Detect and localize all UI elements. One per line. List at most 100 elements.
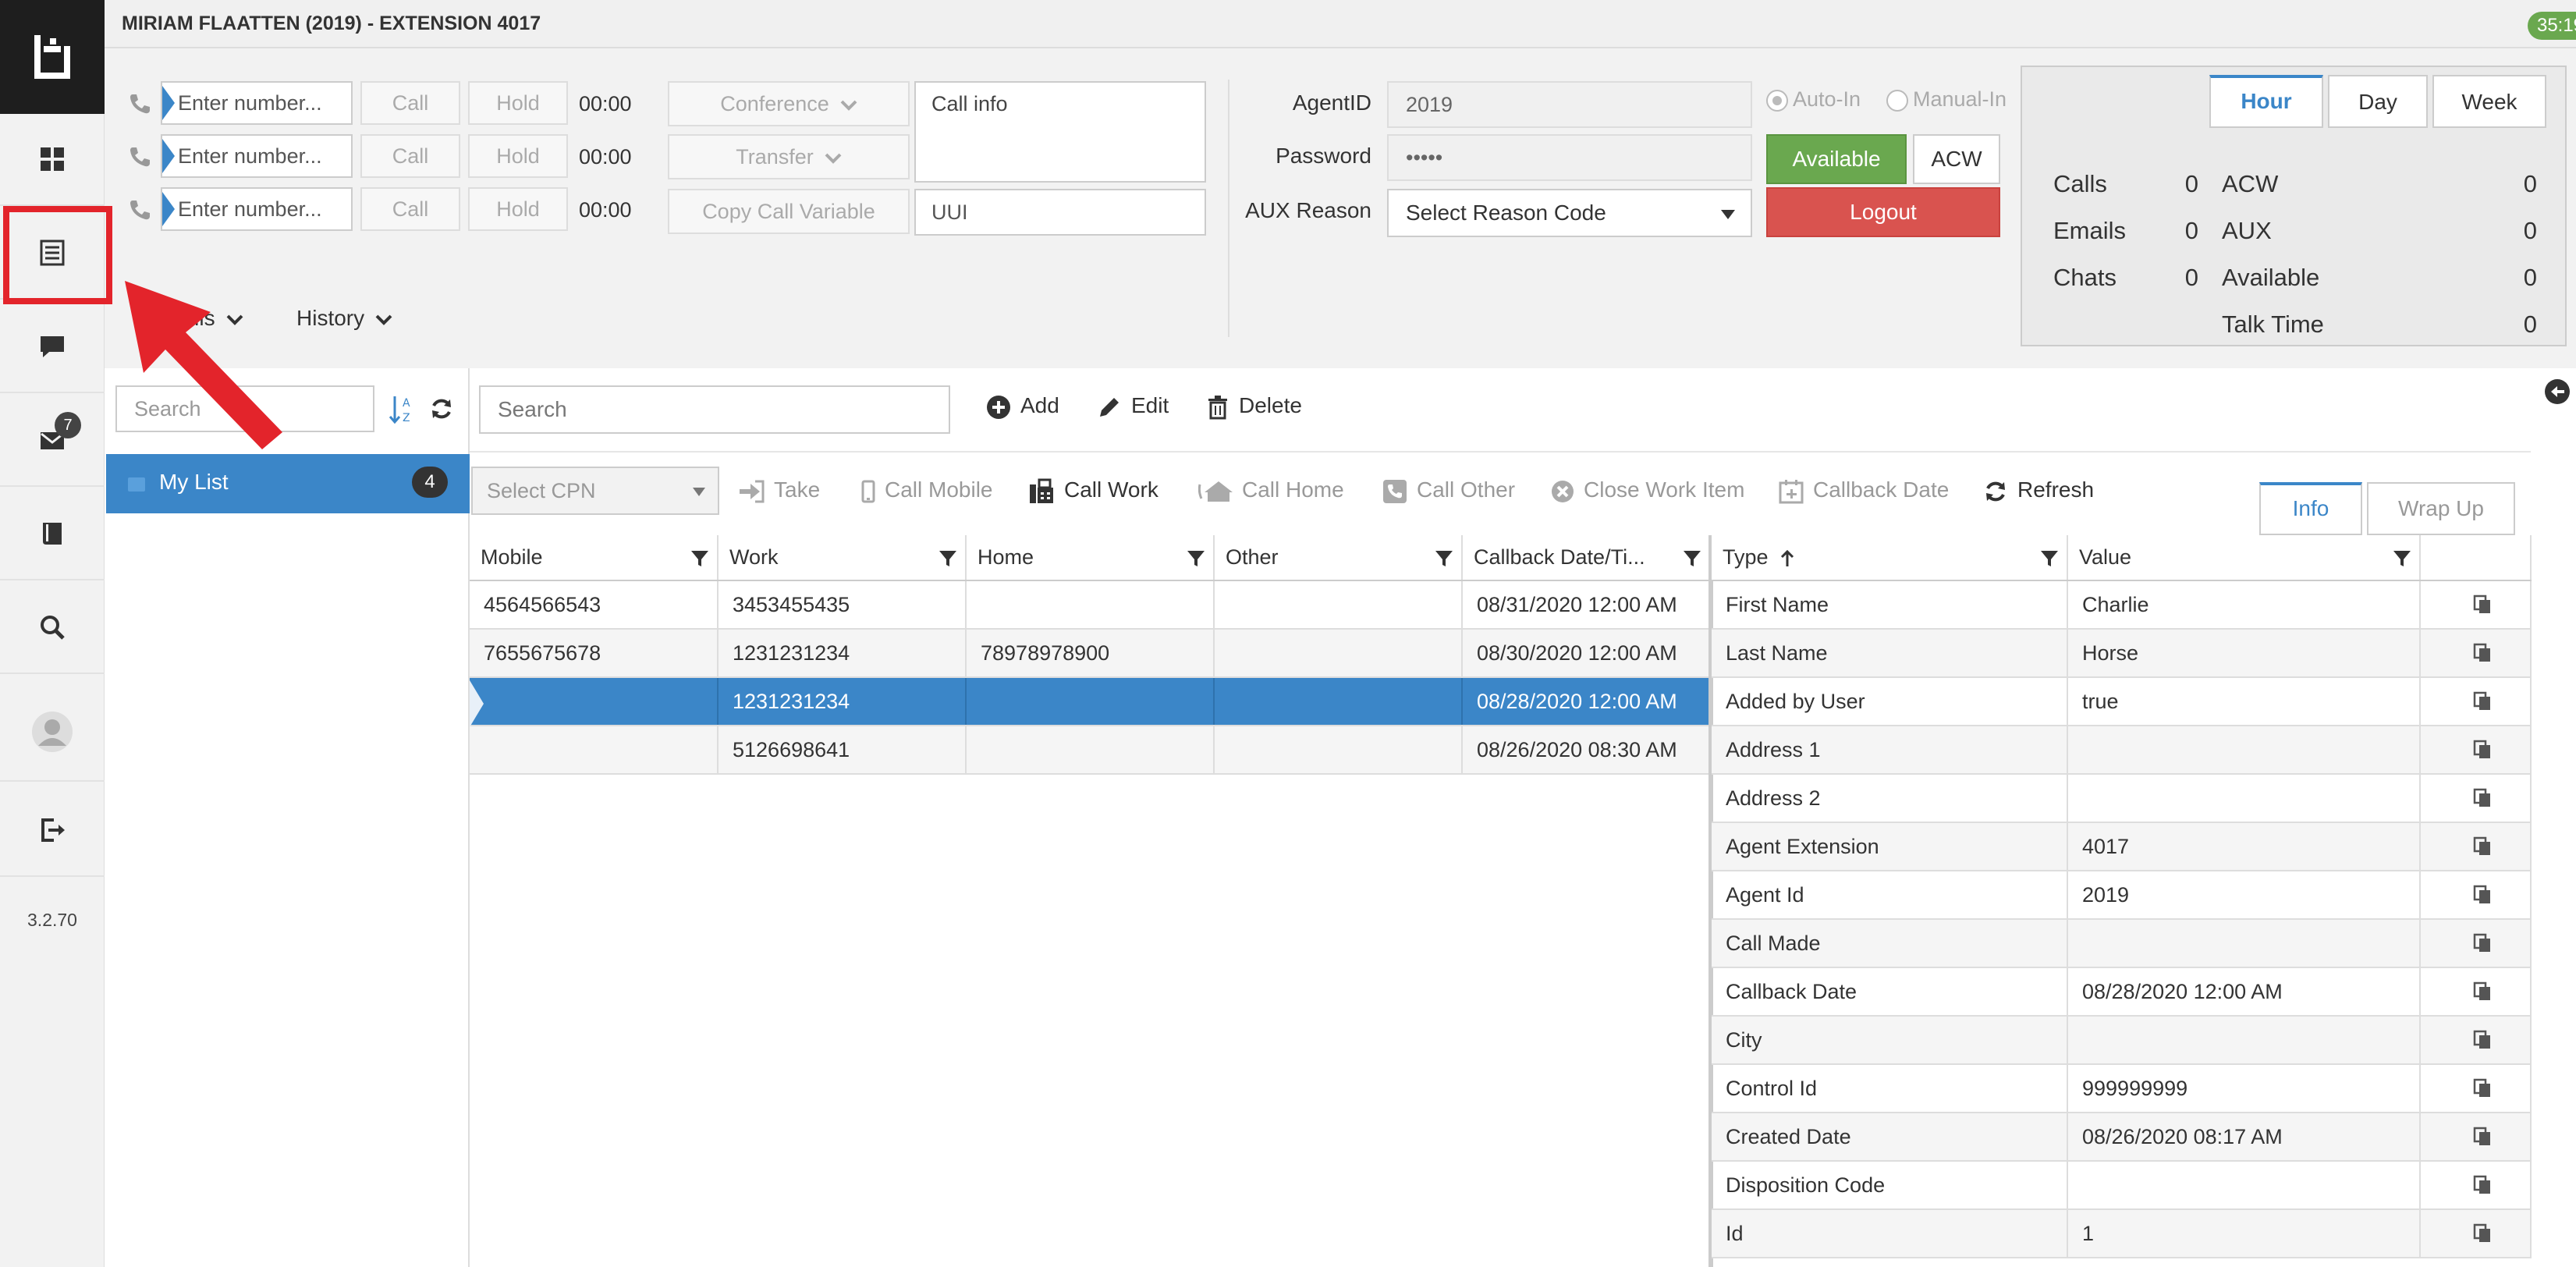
tab-info[interactable]: Info xyxy=(2259,482,2362,535)
table-row[interactable]: Agent Id 2019 xyxy=(1712,871,2532,920)
nav-mail[interactable] xyxy=(0,395,105,487)
column-header-callback-date[interactable]: Callback Date/Ti... xyxy=(1462,535,1711,581)
line-1-hold-button[interactable]: Hold xyxy=(468,81,568,125)
table-row[interactable]: Callback Date 08/28/2020 12:00 AM xyxy=(1712,967,2532,1017)
table-row[interactable]: Last Name Horse xyxy=(1712,629,2532,678)
line-3-call-button[interactable]: Call xyxy=(360,187,460,231)
list-item-my-list[interactable]: My List 4 xyxy=(106,454,470,513)
tab-history[interactable]: History xyxy=(296,306,392,331)
cpn-select[interactable]: Select CPN xyxy=(471,467,719,515)
acw-button[interactable]: ACW xyxy=(1913,134,2000,184)
refresh-icon[interactable] xyxy=(429,396,454,421)
copy-icon[interactable] xyxy=(2473,691,2492,712)
column-header-other[interactable]: Other xyxy=(1214,535,1463,581)
nav-dashboard[interactable] xyxy=(0,114,105,206)
cell-copy[interactable] xyxy=(2420,1016,2532,1065)
column-header-home[interactable]: Home xyxy=(966,535,1215,581)
call-mobile-button[interactable]: Call Mobile xyxy=(861,477,993,503)
collapse-panel-button[interactable] xyxy=(2545,379,2570,404)
auto-in-radio[interactable]: Auto-In xyxy=(1766,87,1861,112)
main-search-input[interactable]: Search xyxy=(479,385,950,434)
tab-wrap-up[interactable]: Wrap Up xyxy=(2367,482,2515,535)
table-row[interactable]: Disposition Code xyxy=(1712,1161,2532,1210)
nav-book[interactable] xyxy=(0,488,105,580)
transfer-button[interactable]: Transfer xyxy=(668,134,910,179)
filter-icon[interactable] xyxy=(1435,549,1453,568)
sort-az-icon[interactable]: A Z xyxy=(389,395,415,424)
copy-icon[interactable] xyxy=(2473,1078,2492,1098)
cell-copy[interactable] xyxy=(2420,967,2532,1017)
cell-copy[interactable] xyxy=(2420,580,2532,630)
copy-icon[interactable] xyxy=(2473,788,2492,808)
line-2-number-input[interactable] xyxy=(161,134,353,178)
conference-button[interactable]: Conference xyxy=(668,81,910,126)
table-row[interactable]: Control Id 999999999 xyxy=(1712,1064,2532,1113)
copy-icon[interactable] xyxy=(2473,1030,2492,1050)
cell-copy[interactable] xyxy=(2420,774,2532,823)
cell-copy[interactable] xyxy=(2420,726,2532,775)
copy-icon[interactable] xyxy=(2473,1223,2492,1244)
close-work-item-button[interactable]: Close Work Item xyxy=(1551,477,1744,503)
delete-button[interactable]: Delete xyxy=(1206,393,1302,420)
table-row[interactable]: 4564566543 3453455435 08/31/2020 12:00 A… xyxy=(470,580,1711,630)
logout-button[interactable]: Logout xyxy=(1766,187,2000,237)
table-row[interactable]: Address 2 xyxy=(1712,774,2532,823)
copy-icon[interactable] xyxy=(2473,1175,2492,1195)
cell-copy[interactable] xyxy=(2420,1113,2532,1162)
cell-copy[interactable] xyxy=(2420,822,2532,871)
cell-copy[interactable] xyxy=(2420,919,2532,968)
filter-icon[interactable] xyxy=(1683,549,1701,568)
line-2-call-button[interactable]: Call xyxy=(360,134,460,178)
copy-icon[interactable] xyxy=(2473,836,2492,857)
cell-copy[interactable] xyxy=(2420,1209,2532,1258)
nav-chat[interactable] xyxy=(0,301,105,393)
table-row[interactable]: Id 1 xyxy=(1712,1209,2532,1258)
aux-reason-select[interactable]: Select Reason Code xyxy=(1387,189,1752,237)
table-row[interactable]: 5126698641 08/26/2020 08:30 AM xyxy=(470,726,1711,775)
copy-icon[interactable] xyxy=(2473,740,2492,760)
table-row[interactable]: Created Date 08/26/2020 08:17 AM xyxy=(1712,1113,2532,1162)
cell-copy[interactable] xyxy=(2420,871,2532,920)
call-work-button[interactable]: Call Work xyxy=(1028,477,1158,505)
copy-icon[interactable] xyxy=(2473,981,2492,1002)
copy-icon[interactable] xyxy=(2473,594,2492,615)
copy-icon[interactable] xyxy=(2473,933,2492,953)
callback-date-button[interactable]: Callback Date xyxy=(1779,477,1949,504)
add-button[interactable]: Add xyxy=(986,393,1059,420)
take-button[interactable]: Take xyxy=(738,477,820,503)
column-header-type[interactable]: Type xyxy=(1712,535,2068,581)
table-row[interactable]: Agent Extension 4017 xyxy=(1712,822,2532,871)
stats-tab-day[interactable]: Day xyxy=(2328,75,2428,128)
filter-icon[interactable] xyxy=(690,549,709,568)
call-other-button[interactable]: Call Other xyxy=(1382,477,1515,504)
table-row[interactable]: City xyxy=(1712,1016,2532,1065)
filter-icon[interactable] xyxy=(2040,549,2059,568)
nav-search[interactable] xyxy=(0,582,105,674)
copy-icon[interactable] xyxy=(2473,885,2492,905)
edit-button[interactable]: Edit xyxy=(1097,393,1169,420)
call-info-field[interactable]: Call info xyxy=(914,81,1206,183)
cell-copy[interactable] xyxy=(2420,629,2532,678)
line-3-hold-button[interactable]: Hold xyxy=(468,187,568,231)
table-row[interactable]: 7655675678 1231231234 78978978900 08/30/… xyxy=(470,629,1711,678)
cell-copy[interactable] xyxy=(2420,677,2532,726)
table-row[interactable]: Added by User true xyxy=(1712,677,2532,726)
copy-icon[interactable] xyxy=(2473,1127,2492,1147)
column-header-value[interactable]: Value xyxy=(2067,535,2421,581)
refresh-button[interactable]: Refresh xyxy=(1983,477,2094,504)
cell-copy[interactable] xyxy=(2420,1064,2532,1113)
filter-icon[interactable] xyxy=(2393,549,2411,568)
table-row[interactable]: Address 1 xyxy=(1712,726,2532,775)
filter-icon[interactable] xyxy=(939,549,957,568)
call-home-button[interactable]: Call Home xyxy=(1198,477,1344,503)
column-header-work[interactable]: Work xyxy=(718,535,967,581)
line-2-hold-button[interactable]: Hold xyxy=(468,134,568,178)
line-3-number-input[interactable] xyxy=(161,187,353,231)
stats-tab-week[interactable]: Week xyxy=(2432,75,2546,128)
nav-profile[interactable] xyxy=(0,683,105,782)
copy-icon[interactable] xyxy=(2473,643,2492,663)
table-row[interactable]: First Name Charlie xyxy=(1712,580,2532,630)
copy-call-variable-button[interactable]: Copy Call Variable xyxy=(668,189,910,234)
table-row-selected[interactable]: 1231231234 08/28/2020 12:00 AM xyxy=(470,677,1711,726)
available-button[interactable]: Available xyxy=(1766,134,1907,184)
